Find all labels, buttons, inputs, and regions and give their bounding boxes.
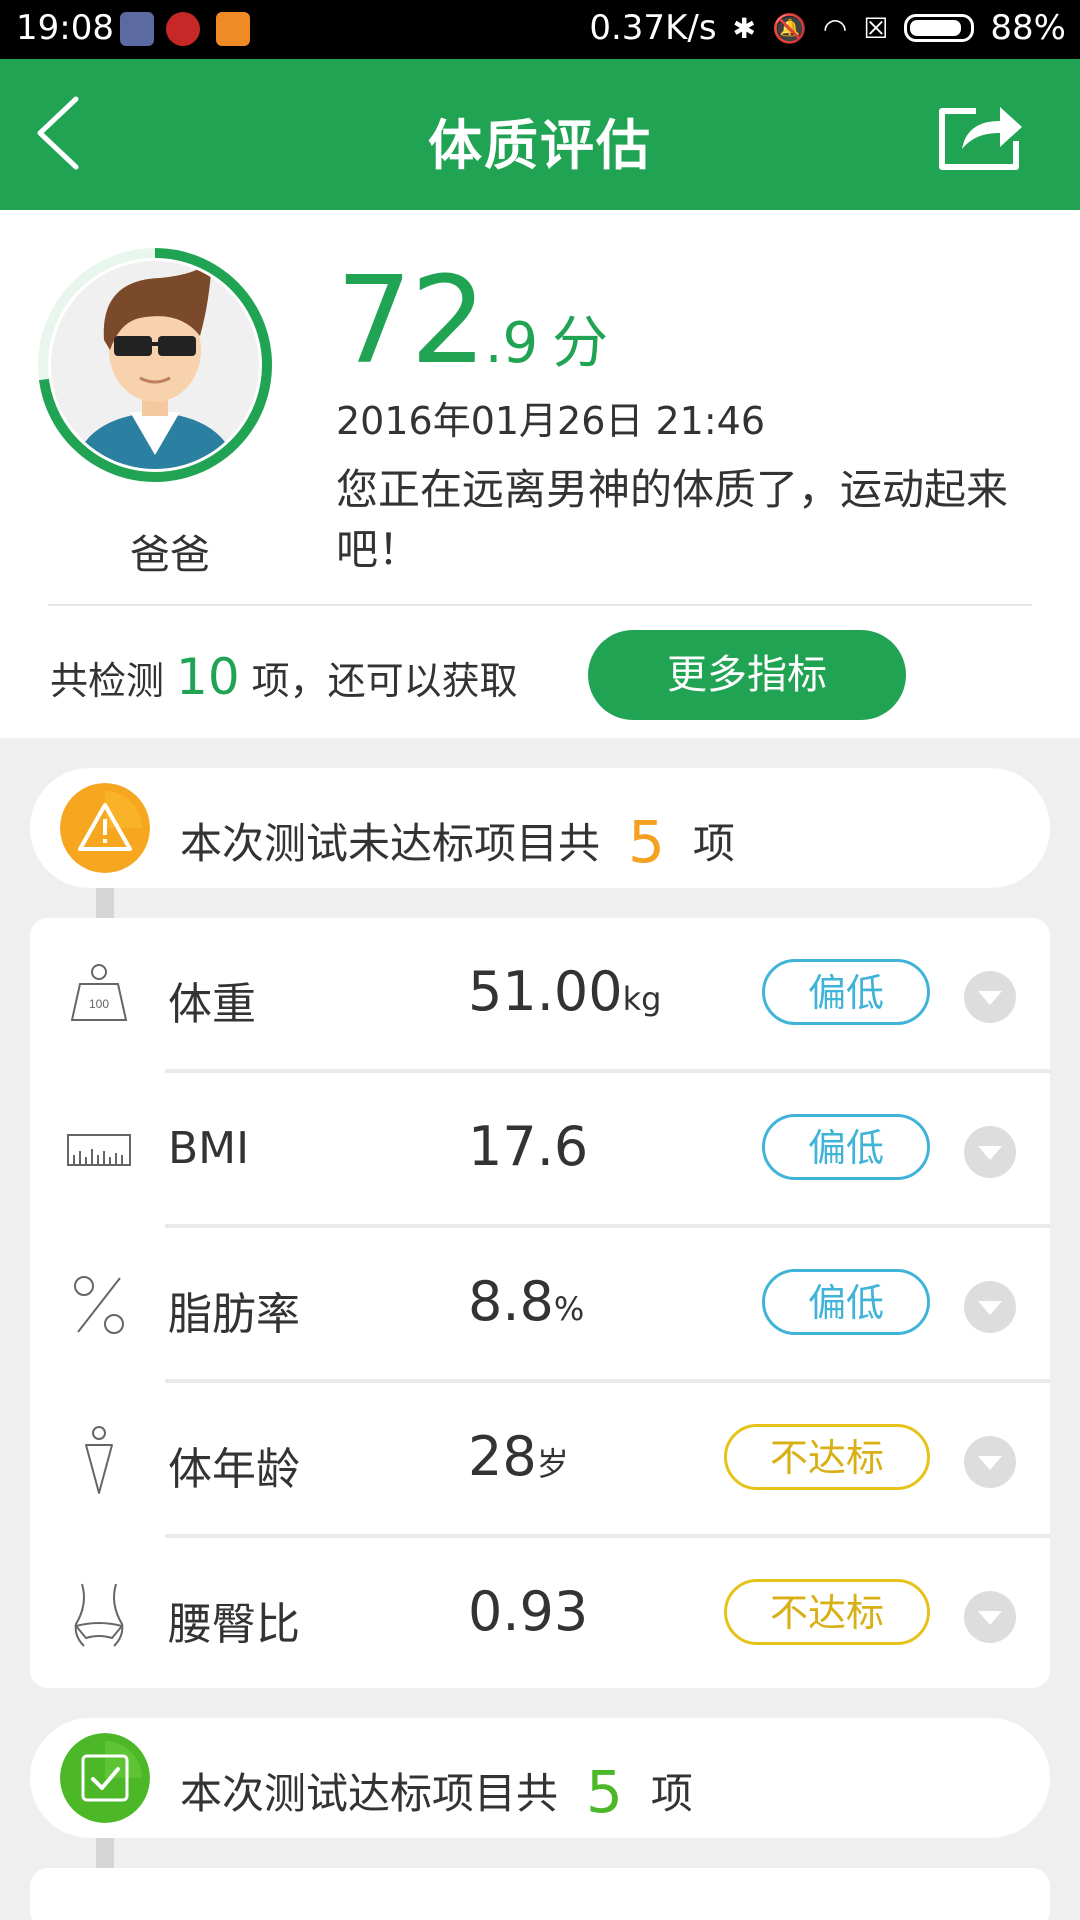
share-icon[interactable] [936, 97, 1026, 173]
status-badge: 偏低 [762, 1114, 930, 1180]
timeline-connector [96, 888, 114, 918]
metric-value: 17.6 [468, 1115, 589, 1178]
app-header: 体质评估 [0, 59, 1080, 210]
metric-label: 体重 [168, 979, 256, 1030]
metric-label: 体年龄 [168, 1444, 300, 1495]
passed-items-header: 本次测试达标项目共 5 项 [30, 1718, 1050, 1838]
metric-row-waist-hip[interactable]: 腰臀比 0.93 不达标 [30, 1538, 1050, 1688]
bluetooth-icon: ✱ [732, 11, 756, 45]
score-decimal: .9 [484, 311, 539, 376]
user-name: 爸爸 [130, 532, 210, 578]
test-date: 2016年01月26日 21:46 [336, 399, 766, 443]
metric-value: 0.93 [468, 1580, 589, 1643]
detect-count: 10 [176, 648, 240, 706]
weight-icon: 100 [70, 964, 128, 1021]
chevron-down-icon[interactable] [964, 971, 1016, 1023]
chevron-down-icon[interactable] [964, 1126, 1016, 1178]
divider [48, 604, 1032, 606]
network-speed: 0.37K/s [589, 8, 717, 48]
status-bar: 19:08 0.37K/s ✱ 🔕 ◠ ☒ 88% [0, 0, 1080, 59]
status-badge: 偏低 [762, 959, 930, 1025]
detect-summary: 共检测 10 项，还可以获取 [50, 648, 518, 706]
checkmark-icon [60, 1733, 150, 1823]
passed-count: 5 [586, 1758, 623, 1826]
failed-suffix: 项 [692, 819, 735, 868]
metric-label: 腰臀比 [168, 1599, 300, 1650]
score-integer: 72 [336, 252, 487, 391]
metric-row-body-fat[interactable]: 脂肪率 8.8% 偏低 [30, 1228, 1050, 1383]
passed-suffix: 项 [650, 1769, 693, 1818]
page-title: 体质评估 [428, 114, 652, 177]
status-badge: 不达标 [724, 1579, 930, 1645]
metric-label: 脂肪率 [168, 1289, 300, 1340]
chevron-down-icon[interactable] [964, 1436, 1016, 1488]
metric-value: 8.8% [468, 1270, 585, 1333]
chevron-down-icon[interactable] [964, 1281, 1016, 1333]
body-age-icon [85, 1426, 113, 1494]
detect-prefix: 共检测 [50, 659, 165, 703]
metric-value: 51.00kg [468, 960, 662, 1023]
warning-icon [60, 783, 150, 873]
status-time: 19:08 [16, 8, 114, 48]
metrics-list: 100 体重 51.00kg 偏低 BMI 17.6 偏低 脂肪率 8.8% 偏… [30, 918, 1050, 1688]
wifi-icon: ◠ [822, 11, 848, 45]
bmi-icon [67, 1134, 131, 1166]
detect-suffix: 项，还可以获取 [251, 659, 518, 703]
shop-notification-icon [216, 12, 250, 46]
score-message: 您正在远离男神的体质了，运动起来吧！ [336, 465, 1009, 574]
battery-icon [904, 14, 975, 42]
failed-prefix: 本次测试未达标项目共 [180, 819, 601, 868]
summary-card: 爸爸 72.9 分 2016年01月26日 21:46 您正在远离男神的体质了，运… [0, 210, 1080, 738]
svg-text:100: 100 [89, 997, 109, 1011]
sim-icon: ☒ [863, 11, 889, 45]
metric-row-weight[interactable]: 100 体重 51.00kg 偏低 [30, 918, 1050, 1073]
battery-percent: 88% [990, 8, 1066, 48]
app-notification-icon [120, 12, 154, 46]
passed-prefix: 本次测试达标项目共 [180, 1769, 559, 1818]
metric-label: BMI [168, 1123, 250, 1174]
timeline-connector [96, 1838, 114, 1868]
mute-icon: 🔕 [772, 11, 807, 45]
chevron-down-icon[interactable] [964, 1591, 1016, 1643]
status-badge: 不达标 [724, 1424, 930, 1490]
passed-items-list [30, 1868, 1050, 1920]
metric-row-bmi[interactable]: BMI 17.6 偏低 [30, 1073, 1050, 1228]
percent-icon [74, 1276, 124, 1334]
ifly-notification-icon [166, 12, 200, 46]
metric-row-body-age[interactable]: 体年龄 28岁 不达标 [30, 1383, 1050, 1538]
failed-count: 5 [628, 808, 665, 876]
waist-hip-icon [74, 1583, 124, 1647]
avatar[interactable] [30, 240, 280, 490]
metric-value: 28岁 [468, 1425, 569, 1488]
score: 72.9 分 [336, 252, 608, 391]
more-metrics-button[interactable]: 更多指标 [588, 630, 906, 720]
status-badge: 偏低 [762, 1269, 930, 1335]
failed-items-header: 本次测试未达标项目共 5 项 [30, 768, 1050, 888]
score-unit: 分 [552, 311, 609, 376]
